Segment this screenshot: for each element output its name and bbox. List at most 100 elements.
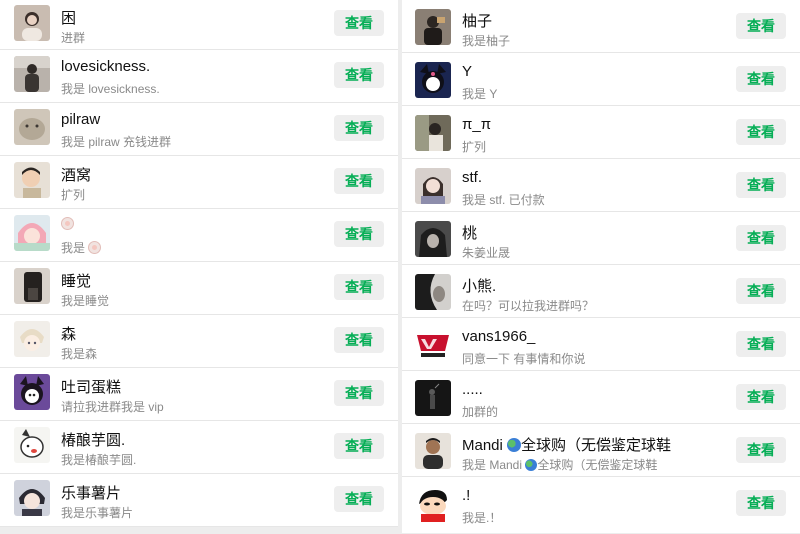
request-message: 扩列 <box>61 188 86 202</box>
contact-name: 吐司蛋糕 <box>61 379 122 396</box>
avatar[interactable] <box>14 56 50 92</box>
contact-name: 乐事薯片 <box>61 485 122 502</box>
list-item[interactable]: 我是 查看 <box>0 209 398 262</box>
list-item[interactable]: ..... 加群的 查看 <box>402 371 800 424</box>
view-button[interactable]: 查看 <box>736 331 786 357</box>
list-item[interactable]: .! 我是.！ 查看 <box>402 477 800 533</box>
contact-name: stf. <box>462 169 483 186</box>
avatar[interactable] <box>415 168 451 204</box>
list-item[interactable]: pilraw 我是 pilraw 充钱进群 查看 <box>0 103 398 156</box>
avatar[interactable] <box>415 115 451 151</box>
request-message: 加群的 <box>462 405 499 419</box>
contact-name: pilraw <box>61 111 101 128</box>
view-button[interactable]: 查看 <box>736 13 786 39</box>
request-message: 我是 pilraw 充钱进群 <box>61 135 172 149</box>
contact-name: 椿酿芋圆. <box>61 432 126 449</box>
view-button[interactable]: 查看 <box>736 172 786 198</box>
view-button[interactable]: 查看 <box>334 62 384 88</box>
avatar[interactable] <box>415 380 451 416</box>
request-message: 我是椿酿芋圆. <box>61 453 137 467</box>
avatar[interactable] <box>14 427 50 463</box>
contact-name: 睡觉 <box>61 273 92 290</box>
avatar[interactable] <box>415 274 451 310</box>
list-item[interactable]: 柚子 我是柚子 查看 <box>402 0 800 53</box>
avatar[interactable] <box>14 162 50 198</box>
avatar[interactable] <box>14 215 50 251</box>
view-button[interactable]: 查看 <box>736 225 786 251</box>
contact-name: 小熊. <box>462 278 497 295</box>
list-item[interactable]: 吐司蛋糕 请拉我进群我是 vip 查看 <box>0 368 398 421</box>
contact-name: lovesickness. <box>61 58 151 75</box>
request-message: 扩列 <box>462 140 487 154</box>
request-message: 请拉我进群我是 vip <box>61 400 164 414</box>
list-item[interactable]: 乐事薯片 我是乐事薯片 查看 <box>0 474 398 527</box>
avatar[interactable] <box>14 5 50 41</box>
view-button[interactable]: 查看 <box>736 66 786 92</box>
view-button[interactable]: 查看 <box>334 433 384 459</box>
request-message: 我是 Mandi 全球购（无偿鉴定球鞋 <box>462 458 658 472</box>
avatar[interactable] <box>14 321 50 357</box>
avatar[interactable] <box>415 221 451 257</box>
right-request-list: 柚子 我是柚子 查看 Y 我是 Y 查看 π_π 扩列 查看 stf. 我是 s… <box>402 0 800 533</box>
view-button[interactable]: 查看 <box>736 437 786 463</box>
list-item[interactable]: vans1966_ 同意一下 有事情和你说 查看 <box>402 318 800 371</box>
view-button[interactable]: 查看 <box>334 115 384 141</box>
view-button[interactable]: 查看 <box>736 490 786 516</box>
view-button[interactable]: 查看 <box>334 10 384 36</box>
friend-requests-screen: 困 进群 查看 lovesickness. 我是 lovesickness. 查… <box>0 0 800 534</box>
view-button[interactable]: 查看 <box>334 274 384 300</box>
request-message: 我是 Y <box>462 87 498 101</box>
avatar[interactable] <box>14 480 50 516</box>
list-item[interactable]: 困 进群 查看 <box>0 0 398 50</box>
avatar[interactable] <box>415 486 451 522</box>
globe-emoji-icon <box>525 459 538 471</box>
left-request-list: 困 进群 查看 lovesickness. 我是 lovesickness. 查… <box>0 0 398 527</box>
list-item[interactable]: 桃 朱姜业晟 查看 <box>402 212 800 265</box>
list-item[interactable]: 森 我是森 查看 <box>0 315 398 368</box>
view-button[interactable]: 查看 <box>334 327 384 353</box>
view-button[interactable]: 查看 <box>736 119 786 145</box>
request-message: 朱姜业晟 <box>462 246 511 260</box>
request-message: 在吗？可以拉我进群吗？ <box>462 299 595 313</box>
contact-name: π_π <box>462 116 492 133</box>
view-button[interactable]: 查看 <box>334 380 384 406</box>
contact-name <box>61 215 74 232</box>
list-item[interactable]: 睡觉 我是睡觉 查看 <box>0 262 398 315</box>
list-item[interactable]: 椿酿芋圆. 我是椿酿芋圆. 查看 <box>0 421 398 474</box>
view-button[interactable]: 查看 <box>334 221 384 247</box>
request-message: 我是 lovesickness. <box>61 82 160 96</box>
contact-name: 森 <box>61 326 77 343</box>
view-button[interactable]: 查看 <box>334 486 384 512</box>
list-item[interactable]: 酒窝 扩列 查看 <box>0 156 398 209</box>
avatar[interactable] <box>415 9 451 45</box>
view-button[interactable]: 查看 <box>334 168 384 194</box>
view-button[interactable]: 查看 <box>736 278 786 304</box>
contact-name: 柚子 <box>462 13 493 30</box>
rice-cake-emoji-icon <box>61 217 74 230</box>
request-message: 我是.！ <box>462 511 502 525</box>
list-item[interactable]: π_π 扩列 查看 <box>402 106 800 159</box>
view-button[interactable]: 查看 <box>736 384 786 410</box>
list-item[interactable]: stf. 我是 stf. 已付款 查看 <box>402 159 800 212</box>
request-message: 我是森 <box>61 347 98 361</box>
contact-name: .! <box>462 487 471 504</box>
avatar[interactable] <box>14 109 50 145</box>
contact-name: 困 <box>61 10 77 27</box>
contact-name: vans1966_ <box>462 328 536 345</box>
contact-name: ..... <box>462 381 483 398</box>
request-message: 我是柚子 <box>462 34 511 48</box>
request-message: 进群 <box>61 31 86 45</box>
avatar[interactable] <box>415 433 451 469</box>
request-message: 我是 <box>61 239 102 256</box>
avatar[interactable] <box>415 327 451 363</box>
avatar[interactable] <box>14 268 50 304</box>
request-message: 我是睡觉 <box>61 294 110 308</box>
rice-cake-emoji-icon <box>88 241 102 254</box>
avatar[interactable] <box>14 374 50 410</box>
avatar[interactable] <box>415 62 451 98</box>
list-item[interactable]: Y 我是 Y 查看 <box>402 53 800 106</box>
list-item[interactable]: 小熊. 在吗？可以拉我进群吗？ 查看 <box>402 265 800 318</box>
list-item[interactable]: Mandi 全球购（无偿鉴定球鞋 我是 Mandi 全球购（无偿鉴定球鞋 查看 <box>402 424 800 477</box>
contact-name: Mandi 全球购（无偿鉴定球鞋 <box>462 437 672 454</box>
list-item[interactable]: lovesickness. 我是 lovesickness. 查看 <box>0 50 398 103</box>
